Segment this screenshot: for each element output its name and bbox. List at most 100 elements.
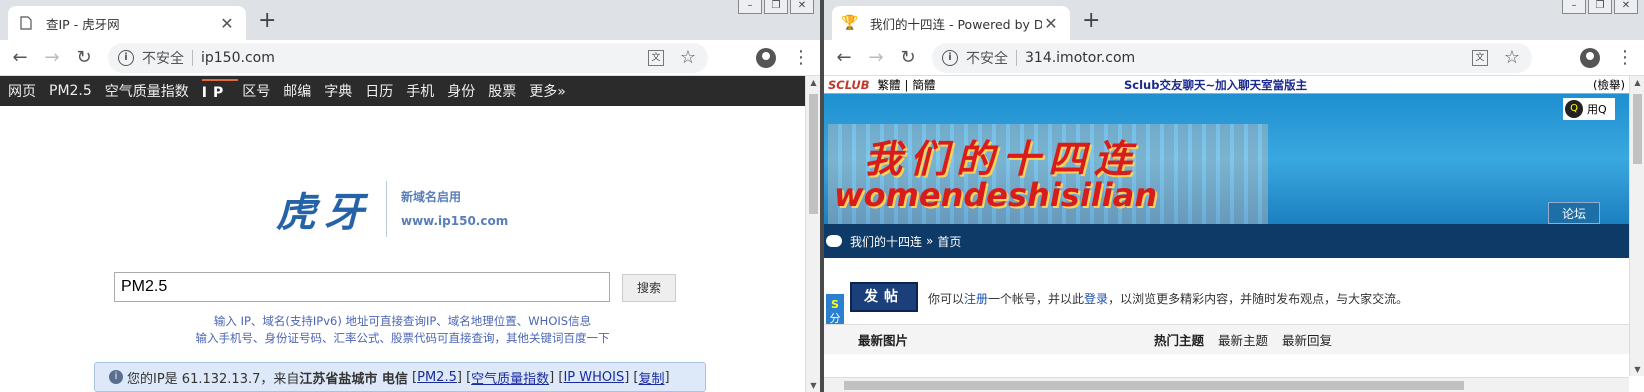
pm25-link[interactable]: PM2.5 [417,370,457,385]
breadcrumb-sep: » [926,234,934,248]
login-link[interactable]: 登录 [1084,292,1108,306]
info-icon[interactable]: i [118,50,134,66]
maximize-button[interactable]: ❐ [764,0,788,14]
forum-banner: 我们的十四连 womendeshisilian Q 用Q 论坛 [824,94,1629,224]
forum-tab[interactable]: 论坛 [1548,202,1600,224]
url-text: ip150.com [201,50,275,66]
back-arrow-icon[interactable]: ← [832,46,856,70]
nav-calendar[interactable]: 日历 [365,81,402,101]
browser-window-forum: 🏆 我们的十四连 - Powered by Disc ✕ + – ❐ ✕ ← →… [824,0,1644,392]
horizontal-scrollbar[interactable] [824,377,1629,392]
browser-window-ip150: 查IP - 虎牙网 ✕ + – ❐ ✕ ← → ↻ i 不安全 ip150.co… [0,0,820,392]
forward-arrow-icon[interactable]: → [40,46,64,70]
scroll-thumb[interactable] [809,94,818,214]
menu-kebab-icon[interactable]: ⋮ [1616,48,1634,68]
maximize-button[interactable]: ❐ [1588,0,1612,14]
ip-info-box: i 您的IP是 61.132.13.7，来自 江苏省盐城市 电信 [PM2.5]… [94,362,706,392]
whois-link[interactable]: IP WHOIS [563,370,624,385]
report-link[interactable]: (檢舉) [1593,77,1625,93]
window-controls: – ❐ ✕ [1562,0,1638,14]
aqi-link[interactable]: 空气质量指数 [471,368,549,387]
vertical-scrollbar[interactable]: ▲ ▼ [805,76,820,392]
vertical-scrollbar[interactable]: ▲ ▼ [1629,76,1644,376]
star-icon[interactable]: ☆ [1504,47,1520,68]
close-tab-icon[interactable]: ✕ [1042,14,1060,33]
security-label: 不安全 [142,51,184,67]
nav-mobile[interactable]: 手机 [406,81,443,101]
nav-areacode[interactable]: 区号 [242,81,279,101]
breadcrumb-current: 首页 [937,234,962,249]
tab-strip: 🏆 我们的十四连 - Powered by Disc ✕ + – ❐ ✕ [824,0,1644,40]
menu-kebab-icon[interactable]: ⋮ [792,48,810,68]
browser-toolbar: ← → ↻ i 不安全 314.imotor.com 文 ☆ ⋮ [824,40,1644,76]
scroll-down-icon[interactable]: ▼ [806,381,820,390]
top-strip: SCLUB 繁體 | 簡體 Sclub交友聊天~加入聊天室當版主 (檢舉) [824,76,1629,94]
translate-icon[interactable]: 文 [648,50,664,66]
qq-login[interactable]: Q 用Q [1563,98,1615,120]
new-post-button[interactable]: 发帖 [850,282,918,312]
profile-avatar-icon[interactable] [756,48,776,68]
copy-link[interactable]: 复制 [638,368,664,387]
translate-icon[interactable]: 文 [1472,50,1488,66]
scroll-up-icon[interactable]: ▲ [806,78,820,87]
hint-line: 输入 IP、域名(支持IPv6) 地址可直接查询IP、域名地理位置、WHOIS信… [213,314,592,328]
address-bar[interactable]: i 不安全 314.imotor.com 文 ☆ [932,43,1532,73]
register-line: 你可以注册一个帐号，并以此登录，以浏览更多精彩内容，并随时发布观点，与大家交流。 [928,290,1408,307]
traditional-link[interactable]: 繁體 [878,77,901,93]
nav-id[interactable]: 身份 [447,81,484,101]
hint-line: 输入手机号、身份证号码、汇率公式、股票代码可直接查询，其他关键词百度一下 [195,331,610,345]
reload-icon[interactable]: ↻ [896,46,920,70]
new-tab-button[interactable]: + [1082,10,1100,32]
forward-arrow-icon[interactable]: → [864,46,888,70]
page-content: SCLUB 繁體 | 簡體 Sclub交友聊天~加入聊天室當版主 (檢舉) 我们… [824,76,1644,392]
minimize-button[interactable]: – [738,0,762,14]
close-window-button[interactable]: ✕ [1614,0,1638,14]
close-tab-icon[interactable]: ✕ [218,14,236,33]
scroll-up-icon[interactable]: ▲ [1630,78,1644,87]
reload-icon[interactable]: ↻ [72,46,96,70]
nav-stock[interactable]: 股票 [488,81,525,101]
star-icon[interactable]: ☆ [680,47,696,68]
info-icon[interactable]: i [942,50,958,66]
tab-title: 查IP - 虎牙网 [46,16,120,32]
nav-aqi[interactable]: 空气质量指数 [105,81,198,101]
section-header: 最新图片 热门主题 最新主题 最新回复 [824,324,1629,354]
announcement-link[interactable]: Sclub交友聊天~加入聊天室當版主 [1124,77,1307,93]
close-window-button[interactable]: ✕ [790,0,814,14]
scroll-down-icon[interactable]: ▼ [1630,365,1644,374]
breadcrumb-home[interactable]: 我们的十四连 [850,233,922,250]
security-label: 不安全 [966,51,1008,67]
site-logo: 虎牙 新域名启用 www.ip150.com [276,180,508,238]
nav-ip[interactable]: IP [201,79,239,101]
browser-tab[interactable]: 🏆 我们的十四连 - Powered by Disc ✕ [832,6,1070,40]
search-button[interactable]: 搜索 [622,274,676,302]
nav-more[interactable]: 更多» [529,81,575,101]
nav-postcode[interactable]: 邮编 [283,81,320,101]
tab-strip: 查IP - 虎牙网 ✕ + – ❐ ✕ [0,0,820,40]
tab-new-replies[interactable]: 最新回复 [1282,330,1332,349]
new-tab-button[interactable]: + [258,10,276,32]
qq-penguin-icon: Q [1565,100,1583,118]
tab-new-topics[interactable]: 最新主题 [1218,330,1268,349]
scroll-thumb[interactable] [844,381,1464,390]
browser-tab[interactable]: 查IP - 虎牙网 ✕ [8,6,246,40]
nav-pm25[interactable]: PM2.5 [49,83,101,99]
search-input[interactable] [114,272,610,302]
tab-title: 我们的十四连 - Powered by Disc [870,16,1042,32]
logo-tagline: 新域名启用 [401,190,462,204]
minimize-button[interactable]: – [1562,0,1586,14]
simplified-link[interactable]: 簡體 [912,77,935,93]
logo-domain: www.ip150.com [401,214,509,228]
register-link[interactable]: 注册 [964,292,988,306]
nav-web[interactable]: 网页 [8,81,45,101]
ip-location: 江苏省盐城市 电信 [299,371,408,387]
register-text: 一个帐号，并以此 [988,292,1085,306]
profile-avatar-icon[interactable] [1580,48,1600,68]
sclub-logo[interactable]: SCLUB [828,78,870,92]
nav-dictionary[interactable]: 字典 [324,81,361,101]
tab-hot-topics[interactable]: 热门主题 [1154,330,1204,349]
divider [1016,50,1017,66]
back-arrow-icon[interactable]: ← [8,46,32,70]
scroll-thumb[interactable] [1633,94,1642,164]
address-bar[interactable]: i 不安全 ip150.com 文 ☆ [108,43,708,73]
